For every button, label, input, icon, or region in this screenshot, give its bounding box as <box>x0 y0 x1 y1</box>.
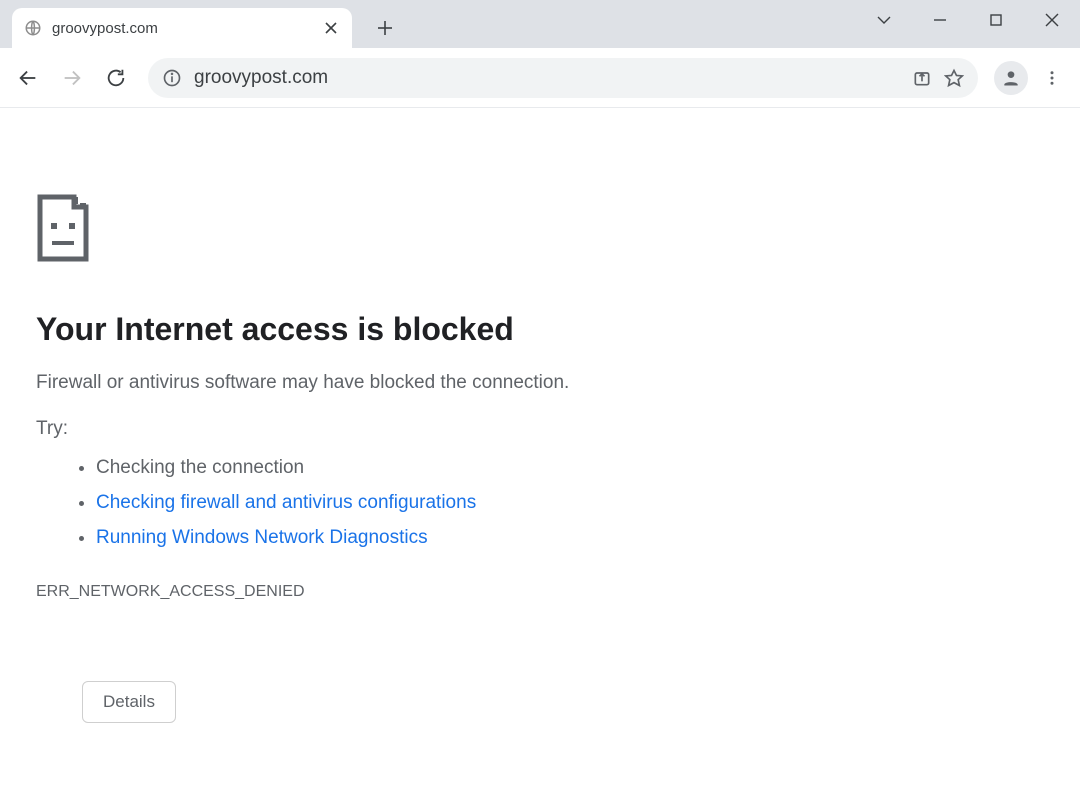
suggestions-list: Checking the connection Checking firewal… <box>36 450 800 555</box>
window-dropdown-icon[interactable] <box>856 0 912 40</box>
window-close-button[interactable] <box>1024 0 1080 40</box>
back-button[interactable] <box>8 58 48 98</box>
suggestion-check-firewall: Checking firewall and antivirus configur… <box>96 485 800 520</box>
browser-tab[interactable]: groovypost.com <box>12 8 352 48</box>
error-page: Your Internet access is blocked Firewall… <box>0 108 800 723</box>
menu-button[interactable] <box>1032 58 1072 98</box>
new-tab-button[interactable] <box>370 13 400 43</box>
suggestion-run-diagnostics: Running Windows Network Diagnostics <box>96 520 800 555</box>
url-text[interactable]: groovypost.com <box>194 67 900 89</box>
window-maximize-button[interactable] <box>968 0 1024 40</box>
suggestion-link-firewall[interactable]: Checking firewall and antivirus configur… <box>96 492 476 513</box>
profile-button[interactable] <box>994 61 1028 95</box>
window-minimize-button[interactable] <box>912 0 968 40</box>
globe-icon <box>24 19 42 37</box>
bookmark-icon[interactable] <box>944 68 964 88</box>
site-info-icon[interactable] <box>162 68 182 88</box>
error-code: ERR_NETWORK_ACCESS_DENIED <box>36 583 800 601</box>
titlebar: groovypost.com <box>0 0 1080 48</box>
share-icon[interactable] <box>912 68 932 88</box>
error-subtext: Firewall or antivirus software may have … <box>36 372 800 394</box>
forward-button[interactable] <box>52 58 92 98</box>
suggestion-text: Checking the connection <box>96 457 304 478</box>
toolbar: groovypost.com <box>0 48 1080 108</box>
window-controls <box>856 0 1080 40</box>
reload-button[interactable] <box>96 58 136 98</box>
tab-title: groovypost.com <box>52 20 312 37</box>
details-button[interactable]: Details <box>82 681 176 723</box>
try-label: Try: <box>36 418 800 440</box>
address-bar[interactable]: groovypost.com <box>148 58 978 98</box>
suggestion-check-connection: Checking the connection <box>96 450 800 485</box>
error-heading: Your Internet access is blocked <box>36 311 800 348</box>
sad-document-icon <box>36 193 94 263</box>
suggestion-link-diagnostics[interactable]: Running Windows Network Diagnostics <box>96 527 428 548</box>
tab-close-icon[interactable] <box>322 19 340 37</box>
